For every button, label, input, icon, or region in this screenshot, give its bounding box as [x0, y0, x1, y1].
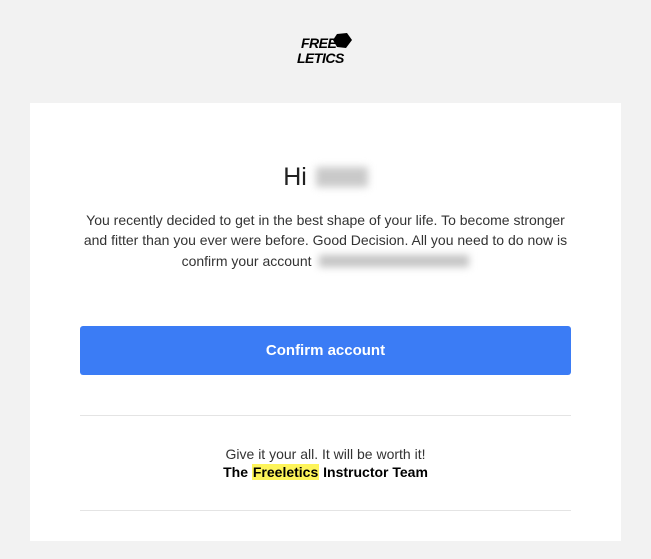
- email-card: Hi You recently decided to get in the be…: [30, 103, 621, 541]
- divider-bottom: [80, 510, 571, 511]
- logo-container: FREE LETICS: [30, 30, 621, 75]
- footer-block: Give it your all. It will be worth it! T…: [80, 416, 571, 510]
- footer-prefix: The: [223, 464, 252, 480]
- confirm-account-button[interactable]: Confirm account: [80, 326, 571, 375]
- footer-suffix: Instructor Team: [319, 464, 428, 480]
- svg-text:LETICS: LETICS: [297, 50, 345, 66]
- footer-brand: Freeletics: [252, 464, 319, 480]
- svg-text:FREE: FREE: [301, 35, 338, 51]
- freeletics-logo-icon: FREE LETICS: [291, 57, 361, 74]
- redacted-email: [319, 255, 469, 267]
- greeting-prefix: Hi: [283, 163, 314, 191]
- body-paragraph: You recently decided to get in the best …: [80, 210, 571, 271]
- greeting-heading: Hi: [80, 163, 571, 192]
- footer-signature: The Freeletics Instructor Team: [80, 464, 571, 480]
- footer-motto: Give it your all. It will be worth it!: [80, 446, 571, 462]
- redacted-name: [316, 167, 368, 187]
